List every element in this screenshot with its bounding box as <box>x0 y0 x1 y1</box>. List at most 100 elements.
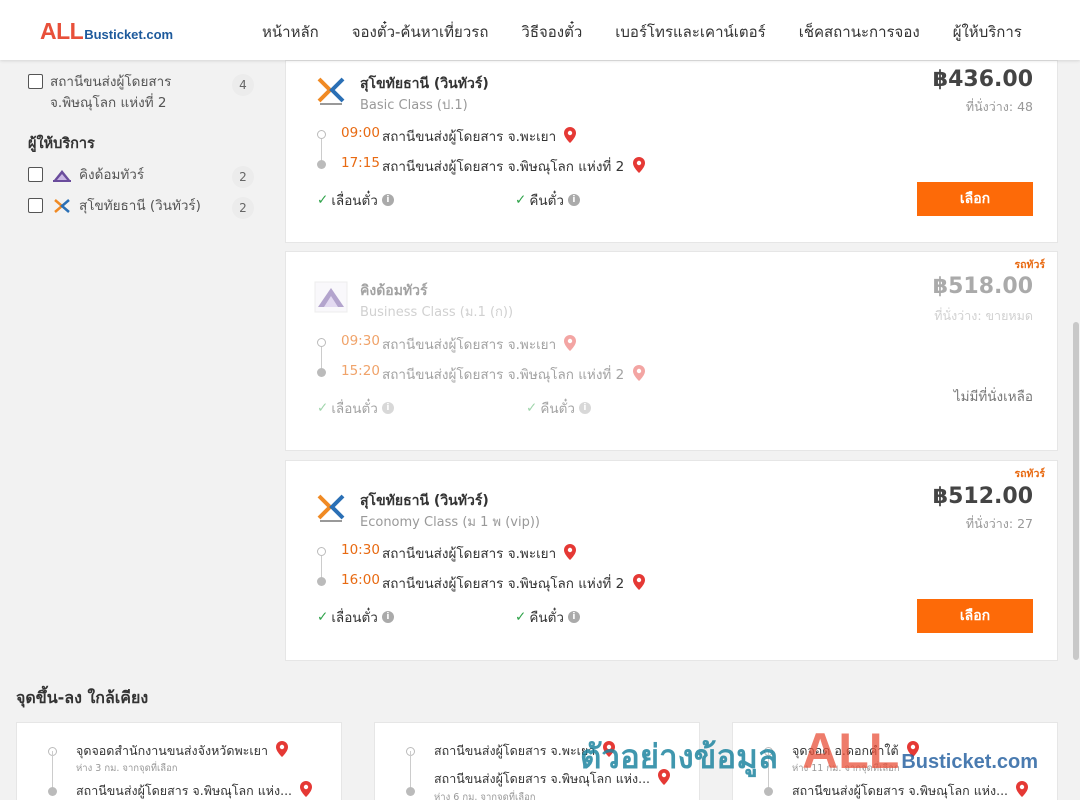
station-filter-line1: สถานีขนส่งผู้โดยสาร <box>50 74 172 90</box>
refund-ticket-label: คืนตั๋ว <box>529 193 564 209</box>
map-pin-icon[interactable] <box>564 544 577 560</box>
map-pin-icon[interactable] <box>276 741 289 757</box>
nearby-route-card[interactable]: จุดจอดสำนักงานขนส่งจังหวัดพะเยา ห่าง 3 ก… <box>16 722 342 800</box>
timeline-start-dot <box>317 130 326 139</box>
map-pin-icon[interactable] <box>632 157 645 173</box>
map-pin-icon[interactable] <box>1016 781 1028 797</box>
logo-all-text: ALL <box>40 18 84 44</box>
operator-filter-label: คิงด้อมทัวร์ <box>79 167 145 183</box>
nearby-from-stop: สถานีขนส่งผู้โดยสาร จ.พะเยา <box>434 741 616 761</box>
seats-available: ที่นั่งว่าง: 48 <box>965 99 1033 114</box>
arrive-stop[interactable]: สถานีขนส่งผู้โดยสาร จ.พิษณุโลก แห่งที่ 2 <box>382 155 645 177</box>
check-icon: ✓ <box>515 609 527 625</box>
bus-type-tag: รถทัวร์ <box>1014 468 1045 480</box>
arrive-stop-label: สถานีขนส่งผู้โดยสาร จ.พิษณุโลก แห่งที่ 2 <box>382 159 625 175</box>
station-filter-row[interactable]: สถานีขนส่งผู้โดยสาร จ.พิษณุโลก แห่งที่ 2… <box>28 72 258 114</box>
depart-time: 10:30 <box>341 542 380 558</box>
change-ticket-label: เลื่อนตั๋ว <box>331 401 378 417</box>
operator-filter-checkbox[interactable] <box>28 198 43 213</box>
page-scrollbar[interactable] <box>1073 322 1079 660</box>
map-pin-icon[interactable] <box>300 781 312 797</box>
refund-ticket-label: คืนตั๋ว <box>529 610 564 626</box>
nav-home[interactable]: หน้าหลัก <box>262 20 319 44</box>
change-ticket-label: เลื่อนตั๋ว <box>331 193 378 209</box>
timeline-line <box>321 347 322 369</box>
operator-filter-count: 2 <box>232 197 254 219</box>
seats-available: ที่นั่งว่าง: 27 <box>965 516 1033 531</box>
depart-stop[interactable]: สถานีขนส่งผู้โดยสาร จ.พะเยา <box>382 333 577 355</box>
nearby-route-card[interactable]: จุดจอด อ.ดอกคำใต้ ห่าง 11 กม. จากจุดที่เ… <box>732 722 1058 800</box>
sukhothai-logo-icon <box>317 494 345 522</box>
select-trip-button[interactable]: เลือก <box>917 182 1033 216</box>
timeline-line <box>52 751 53 789</box>
nav-phone-counters[interactable]: เบอร์โทรและเคาน์เตอร์ <box>615 20 765 44</box>
operator-filter-label: สุโขทัยธานี (วินทัวร์) <box>79 198 201 214</box>
info-icon[interactable]: i <box>578 402 591 414</box>
trip-card: สุโขทัยธานี (วินทัวร์) Basic Class (ป.1)… <box>285 60 1058 243</box>
bus-class: Basic Class (ป.1) <box>360 98 468 113</box>
depart-stop-label: สถานีขนส่งผู้โดยสาร จ.พะเยา <box>382 546 557 562</box>
timeline-end-dot <box>48 787 57 796</box>
refund-ticket-feature: ✓ คืนตั๋ว i <box>515 606 580 628</box>
arrive-stop-label: สถานีขนส่งผู้โดยสาร จ.พิษณุโลก แห่งที่ 2 <box>382 367 625 383</box>
nearby-from-distance: ห่าง 3 กม. จากจุดที่เลือก <box>76 763 178 774</box>
logo-domain-text: Busticket.com <box>84 27 174 42</box>
station-filter-label: สถานีขนส่งผู้โดยสาร จ.พิษณุโลก แห่งที่ 2 <box>50 72 171 114</box>
nearby-to-label: สถานีขนส่งผู้โดยสาร จ.พิษณุโลก แห่ง... <box>76 783 293 798</box>
map-pin-icon[interactable] <box>632 574 645 590</box>
select-trip-button[interactable]: เลือก <box>917 599 1033 633</box>
check-icon: ✓ <box>526 400 538 416</box>
refund-ticket-feature: ✓ คืนตั๋ว i <box>515 189 580 211</box>
timeline-end-dot <box>764 787 773 796</box>
nav-how-to-book[interactable]: วิธีจองตั๋ว <box>521 20 582 44</box>
nearby-to-distance: ห่าง 6 กม. จากจุดที่เลือก <box>434 792 536 800</box>
operator-filter-count: 2 <box>232 166 254 188</box>
filter-sidebar: สถานีขนส่งผู้โดยสาร จ.พิษณุโลก แห่งที่ 2… <box>28 60 258 219</box>
map-pin-icon[interactable] <box>564 335 577 351</box>
operator-filter-row[interactable]: คิงด้อมทัวร์ 2 <box>28 165 258 188</box>
sukhothai-logo-icon <box>54 199 70 213</box>
info-icon[interactable]: i <box>567 194 580 206</box>
timeline-end-dot <box>317 368 326 377</box>
depart-stop[interactable]: สถานีขนส่งผู้โดยสาร จ.พะเยา <box>382 542 577 564</box>
station-filter-line2: จ.พิษณุโลก แห่งที่ 2 <box>50 95 167 111</box>
depart-stop[interactable]: สถานีขนส่งผู้โดยสาร จ.พะเยา <box>382 125 577 147</box>
operator-name: คิงด้อมทัวร์ <box>360 283 428 299</box>
nearby-from-label: จุดจอด อ.ดอกคำใต้ <box>792 743 899 758</box>
timeline-line <box>410 751 411 789</box>
refund-ticket-feature: ✓ คืนตั๋ว i <box>526 397 591 419</box>
map-pin-icon[interactable] <box>906 741 919 757</box>
operator-filter-row[interactable]: สุโขทัยธานี (วินทัวร์) 2 <box>28 196 258 219</box>
site-logo[interactable]: ALL Busticket.com <box>40 18 173 45</box>
info-icon[interactable]: i <box>381 402 394 414</box>
map-pin-icon[interactable] <box>632 365 645 381</box>
map-pin-icon[interactable] <box>603 741 616 757</box>
info-icon[interactable]: i <box>567 611 580 623</box>
timeline-line <box>768 751 769 789</box>
bus-class: Economy Class (ม 1 พ (vip)) <box>360 515 540 530</box>
operator-name: สุโขทัยธานี (วินทัวร์) <box>360 493 489 509</box>
nav-operators[interactable]: ผู้ให้บริการ <box>953 20 1022 44</box>
arrive-stop[interactable]: สถานีขนส่งผู้โดยสาร จ.พิษณุโลก แห่งที่ 2 <box>382 572 645 594</box>
kingdom-logo-icon <box>53 170 71 182</box>
station-filter-checkbox[interactable] <box>28 74 43 89</box>
trip-price: ฿512.00 <box>932 484 1033 509</box>
nearby-route-card[interactable]: สถานีขนส่งผู้โดยสาร จ.พะเยา สถานีขนส่งผู… <box>374 722 700 800</box>
arrive-stop[interactable]: สถานีขนส่งผู้โดยสาร จ.พิษณุโลก แห่งที่ 2 <box>382 363 645 385</box>
operator-filter-checkbox[interactable] <box>28 167 43 182</box>
arrive-time: 16:00 <box>341 572 380 588</box>
info-icon[interactable]: i <box>381 194 394 206</box>
depart-stop-label: สถานีขนส่งผู้โดยสาร จ.พะเยา <box>382 337 557 353</box>
map-pin-icon[interactable] <box>564 127 577 143</box>
change-ticket-feature: ✓ เลื่อนตั๋ว i <box>317 397 394 419</box>
main-nav: หน้าหลัก จองตั๋ว-ค้นหาเที่ยวรถ วิธีจองตั… <box>262 20 1022 44</box>
map-pin-icon[interactable] <box>658 769 670 785</box>
change-ticket-feature: ✓ เลื่อนตั๋ว i <box>317 189 394 211</box>
arrive-time: 17:15 <box>341 155 380 171</box>
nav-book-search[interactable]: จองตั๋ว-ค้นหาเที่ยวรถ <box>352 20 489 44</box>
nav-check-booking[interactable]: เช็คสถานะการจอง <box>799 20 920 44</box>
nearby-stops-title: จุดขึ้น-ลง ใกล้เคียง <box>16 688 149 707</box>
no-seats-status: ไม่มีที่นั่งเหลือ <box>953 389 1033 405</box>
info-icon[interactable]: i <box>381 611 394 623</box>
nearby-from-label: สถานีขนส่งผู้โดยสาร จ.พะเยา <box>434 743 596 758</box>
